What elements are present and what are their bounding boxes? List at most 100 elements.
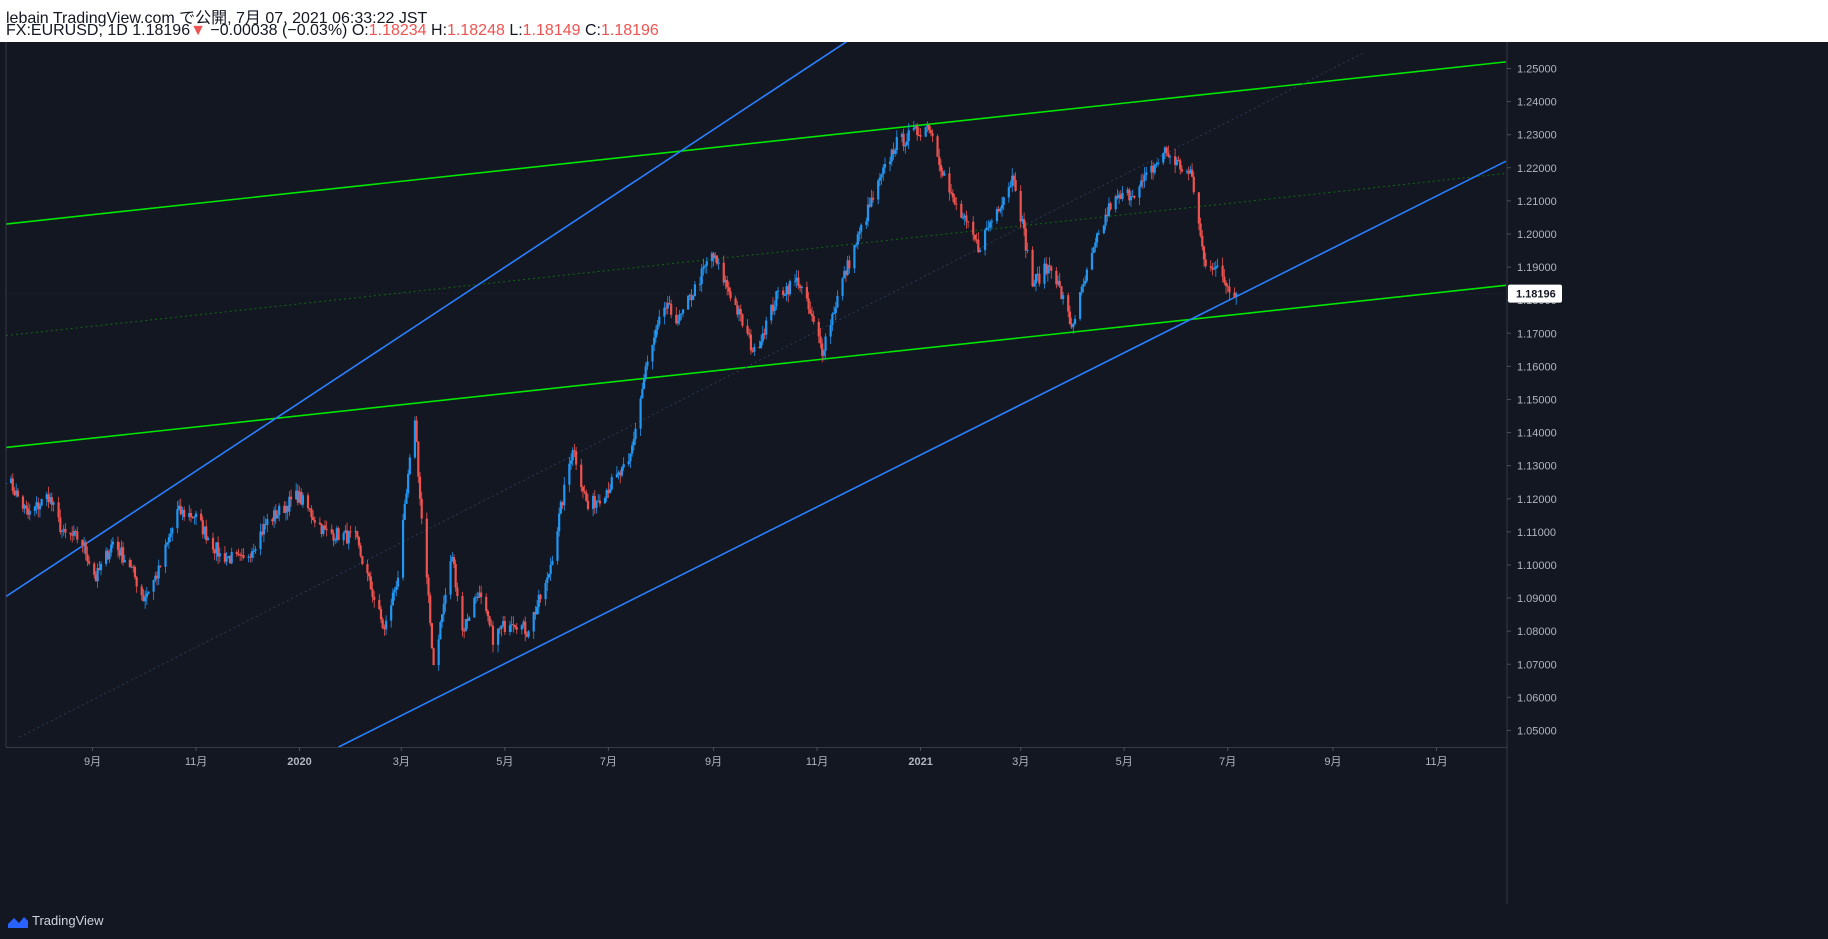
candle-body — [486, 610, 490, 617]
candle-body — [678, 314, 681, 321]
candle-body — [452, 557, 456, 564]
candle-body — [147, 591, 150, 594]
candle-body — [575, 451, 578, 465]
candle-body — [775, 291, 778, 307]
candle-body — [556, 531, 559, 561]
price-tick-label: 1.08000 — [1517, 626, 1557, 638]
price-tick-label: 1.19000 — [1517, 262, 1557, 274]
candle-body — [230, 552, 233, 564]
tradingview-logo-icon — [8, 917, 28, 928]
time-tick-label: 9月 — [1324, 756, 1341, 768]
candle-body — [855, 244, 858, 246]
candle-body — [418, 476, 422, 499]
candle-body — [1024, 228, 1027, 251]
candle-body — [429, 595, 432, 624]
candle-body — [349, 531, 352, 533]
price-tick-label: 1.16000 — [1517, 361, 1557, 373]
candle-body — [663, 307, 666, 317]
candle-body — [551, 560, 554, 565]
time-tick-label: 3月 — [393, 756, 410, 768]
candle-body — [539, 594, 542, 600]
price-tick-label: 1.23000 — [1517, 130, 1557, 142]
candle-body — [931, 132, 934, 137]
candle-body — [420, 498, 423, 519]
candle-body — [391, 592, 394, 606]
candle-body — [1214, 266, 1217, 269]
candle-body — [485, 596, 488, 611]
candle-body — [1062, 295, 1065, 299]
candle-body — [569, 460, 573, 464]
candle-body — [595, 500, 598, 508]
candle-body — [836, 295, 839, 308]
candle-body — [1165, 147, 1168, 153]
candle-body — [128, 560, 131, 568]
candle-body — [1221, 265, 1224, 277]
candle-body — [912, 128, 915, 131]
candle-body — [939, 164, 943, 171]
candle-body — [586, 500, 590, 509]
candle-body — [454, 563, 457, 588]
candle-body — [726, 279, 729, 288]
time-tick-label: 5月 — [1116, 756, 1133, 768]
chart-header: lebain TradingView.com で公開, 7月 07, 2021 … — [0, 0, 1828, 42]
price-chart[interactable]: 1.05000 1.06000 1.07000 1.08000 1.09000 1.100… — [0, 42, 1828, 904]
candle-body — [1223, 276, 1226, 283]
candle-body — [183, 509, 186, 518]
candle-body — [371, 589, 374, 597]
candle-body — [793, 281, 797, 283]
candle-body — [727, 287, 730, 292]
candle-body — [225, 557, 228, 562]
candle-body — [449, 561, 452, 595]
candle-body — [853, 245, 856, 269]
candle-body — [834, 307, 837, 313]
candle-body — [1153, 164, 1156, 173]
candle-body — [658, 316, 661, 325]
candle-body — [312, 517, 315, 521]
candle-body — [456, 587, 459, 597]
candle-body — [631, 445, 634, 454]
candle-body — [676, 320, 680, 324]
candle-body — [1072, 323, 1075, 328]
candle-body — [832, 312, 836, 314]
candle-body — [810, 313, 814, 316]
candle-body — [84, 542, 87, 555]
candle-body — [805, 287, 809, 299]
candle-body — [739, 308, 742, 315]
candle-body — [748, 333, 751, 335]
price-tick-label: 1.06000 — [1517, 692, 1557, 704]
candle-body — [342, 533, 345, 541]
candle-body — [440, 614, 444, 623]
candle-body — [549, 564, 552, 574]
candle-body — [824, 336, 827, 351]
candle-body — [69, 532, 72, 535]
candle-body — [788, 281, 792, 295]
candle-body — [76, 531, 79, 540]
candle-body — [430, 623, 434, 649]
candle-body — [746, 325, 749, 334]
candle-body — [656, 324, 659, 330]
candle-body — [1226, 285, 1229, 287]
price-tick-label: 1.15000 — [1517, 394, 1557, 406]
price-tick-label: 1.20000 — [1517, 229, 1557, 241]
candle-body — [858, 231, 861, 235]
candle-body — [108, 552, 111, 560]
candle-body — [1014, 179, 1017, 191]
candle-body — [1143, 175, 1146, 181]
candle-body — [598, 500, 601, 504]
candle-body — [1050, 266, 1053, 271]
candle-body — [332, 533, 335, 541]
candle-body — [1192, 176, 1195, 193]
candle-body — [503, 621, 506, 633]
high-label: H: — [431, 22, 448, 39]
candle-body — [1168, 156, 1172, 158]
time-tick-label: 5月 — [496, 756, 513, 768]
candle-body — [276, 514, 279, 519]
candle-body — [60, 530, 64, 532]
candle-body — [924, 127, 927, 137]
low-label: L: — [509, 22, 523, 39]
candle-body — [99, 563, 103, 571]
candle-body — [563, 484, 566, 506]
candle-body — [536, 606, 539, 615]
candle-body — [698, 284, 702, 286]
candle-body — [558, 513, 561, 532]
